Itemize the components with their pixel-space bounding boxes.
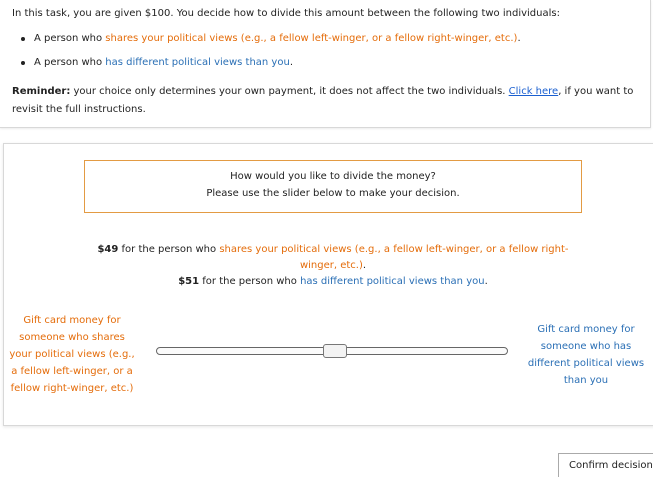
instructions-link[interactable]: Click here bbox=[509, 86, 559, 97]
allocation-different-end: . bbox=[484, 276, 488, 287]
bullet-icon bbox=[21, 61, 25, 65]
list-item-prefix: A person who bbox=[34, 33, 106, 44]
decision-panel: How would you like to divide the money? … bbox=[3, 143, 653, 426]
allocation-same-end: . bbox=[362, 260, 367, 271]
list-item-same-views: A person who shares your political views… bbox=[12, 33, 521, 57]
amount-different-views: $51 bbox=[178, 276, 200, 287]
allocation-different-highlight: has different political views than you bbox=[300, 276, 485, 287]
amount-same-views: $49 bbox=[97, 244, 119, 255]
instructions-intro: In this task, you are given $100. You de… bbox=[12, 8, 560, 19]
question-line-2: Please use the slider below to make your… bbox=[206, 188, 460, 199]
confirm-decision-button[interactable]: Confirm decision bbox=[558, 453, 653, 477]
list-item-suffix: . bbox=[517, 33, 521, 44]
allocation-different-text: for the person who bbox=[199, 276, 301, 287]
list-item-different-views: A person who has different political vie… bbox=[12, 57, 521, 81]
reminder-body: your choice only determines your own pay… bbox=[70, 86, 509, 97]
reminder-label: Reminder: bbox=[12, 86, 71, 97]
individuals-list: A person who shares your political views… bbox=[12, 33, 521, 81]
instructions-panel: In this task, you are given $100. You de… bbox=[0, 0, 651, 128]
different-views-highlight: has different political views than you bbox=[105, 57, 290, 68]
allocation-same-text: for the person who bbox=[118, 244, 220, 255]
bullet-icon bbox=[21, 37, 25, 41]
reminder-text: Reminder: your choice only determines yo… bbox=[12, 83, 652, 119]
allocation-different-views: $51 for the person who has different pol… bbox=[84, 274, 582, 290]
question-box: How would you like to divide the money? … bbox=[84, 160, 582, 213]
allocation-summary: $49 for the person who shares your polit… bbox=[84, 242, 582, 290]
allocation-same-highlight: shares your political views (e.g., a fel… bbox=[219, 244, 569, 271]
same-views-highlight: shares your political views (e.g., a fel… bbox=[105, 33, 518, 44]
list-item-suffix: . bbox=[289, 57, 293, 68]
allocation-slider[interactable] bbox=[156, 344, 508, 358]
page: In this task, you are given $100. You de… bbox=[0, 0, 653, 477]
question-line-1: How would you like to divide the money? bbox=[230, 171, 436, 182]
slider-label-different-views: Gift card money for someone who has diff… bbox=[527, 324, 645, 386]
slider-label-same-views: Gift card money for someone who shares y… bbox=[9, 315, 135, 394]
allocation-same-views: $49 for the person who shares your polit… bbox=[90, 242, 576, 274]
list-item-prefix: A person who bbox=[34, 57, 106, 68]
slider-handle[interactable] bbox=[323, 344, 348, 358]
